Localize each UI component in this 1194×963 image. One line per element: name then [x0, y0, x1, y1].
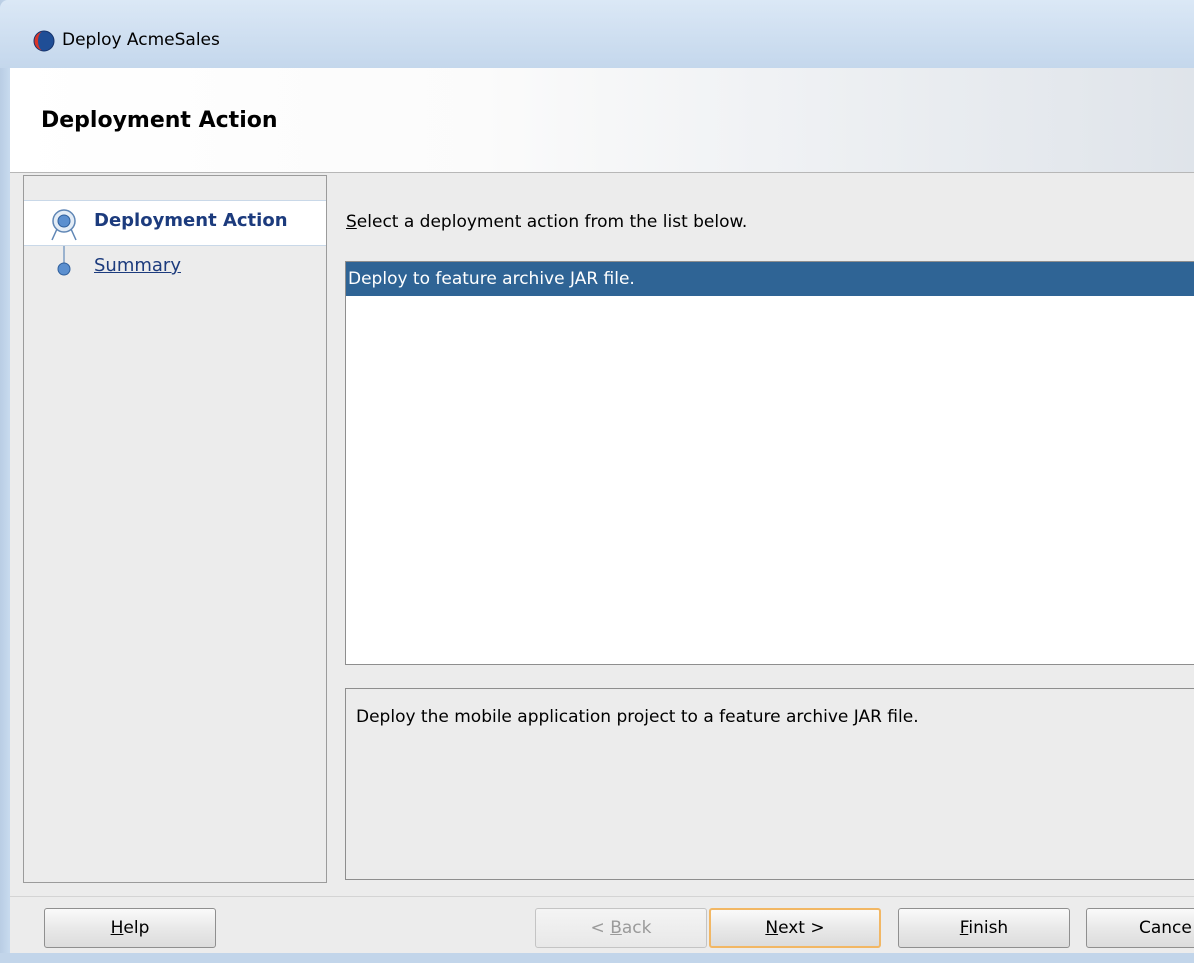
- back-button[interactable]: < Back: [535, 908, 707, 948]
- help-button[interactable]: Help: [44, 908, 216, 948]
- dialog-content: Deployment Action Deployment Action Summ…: [10, 68, 1194, 953]
- page-header: Deployment Action: [10, 68, 1194, 173]
- window-frame-bottom: [0, 953, 1194, 963]
- deploy-dialog: Deploy AcmeSales Deployment Action Deplo…: [0, 0, 1194, 963]
- divider: [10, 896, 1194, 897]
- action-description-panel: Deploy the mobile application project to…: [345, 688, 1194, 880]
- step-icon: [57, 262, 71, 276]
- current-step-icon: [51, 209, 77, 241]
- nav-item-summary[interactable]: Summary: [24, 246, 326, 290]
- nav-item-label: Deployment Action: [94, 210, 288, 231]
- title-bar[interactable]: Deploy AcmeSales: [0, 0, 1194, 68]
- nav-item-label: Summary: [94, 255, 181, 276]
- list-item[interactable]: Deploy to feature archive JAR file.: [346, 262, 1194, 296]
- action-prompt-label: Select a deployment action from the list…: [346, 212, 748, 232]
- window-title: Deploy AcmeSales: [62, 30, 220, 50]
- cancel-button[interactable]: Cance: [1086, 908, 1194, 948]
- window-frame-left: [0, 0, 10, 963]
- wizard-train-nav: Deployment Action Summary: [23, 175, 327, 883]
- next-button[interactable]: Next >: [709, 908, 881, 948]
- page-title: Deployment Action: [41, 108, 278, 133]
- jdeveloper-app-icon: [33, 30, 55, 52]
- deployment-action-list[interactable]: Deploy to feature archive JAR file.: [345, 261, 1194, 665]
- nav-item-deployment-action[interactable]: Deployment Action: [24, 200, 326, 246]
- action-description: Deploy the mobile application project to…: [356, 707, 919, 727]
- finish-button[interactable]: Finish: [898, 908, 1070, 948]
